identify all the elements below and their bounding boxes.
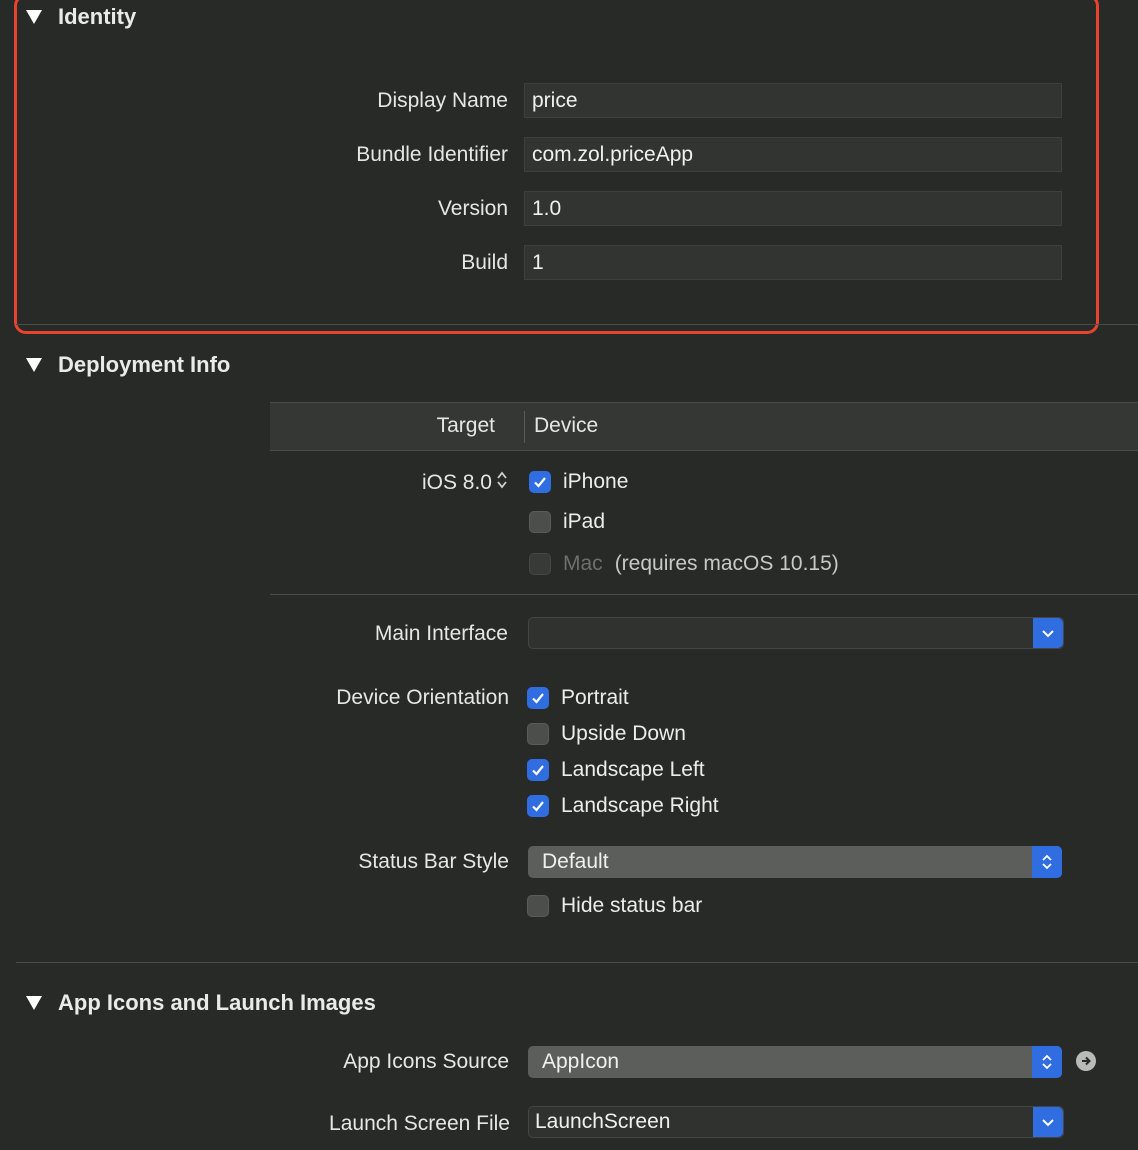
up-down-chevron-icon: [1032, 846, 1062, 878]
build-label: Build: [461, 251, 508, 274]
app-icons-section-header[interactable]: App Icons and Launch Images: [26, 990, 376, 1016]
launch-screen-file-value: LaunchScreen: [535, 1110, 671, 1133]
orientation-portrait-checkbox[interactable]: Portrait: [527, 686, 629, 710]
build-field[interactable]: 1: [524, 245, 1062, 280]
device-mac-checkbox: Mac (requires macOS 10.15): [529, 552, 839, 576]
ios-version-value: iOS 8.0: [421, 471, 492, 494]
disabled-box-icon: [529, 553, 551, 575]
deployment-section-title: Deployment Info: [58, 352, 231, 377]
bundle-identifier-label: Bundle Identifier: [356, 143, 508, 166]
device-column-header: Device: [534, 414, 599, 437]
hide-status-bar-label: Hide status bar: [561, 894, 703, 917]
identity-section-title: Identity: [58, 4, 137, 29]
target-column-header: Target: [436, 414, 495, 437]
unchecked-box-icon: [529, 511, 551, 533]
main-interface-label: Main Interface: [374, 622, 508, 645]
display-name-field[interactable]: price: [524, 83, 1062, 118]
up-down-chevron-icon: [1032, 1046, 1062, 1078]
orientation-landscape-left-label: Landscape Left: [561, 758, 705, 781]
checkmark-icon: [527, 759, 549, 781]
bundle-identifier-field[interactable]: com.zol.priceApp: [524, 137, 1062, 172]
mac-requirement-note: (requires macOS 10.15): [614, 552, 839, 575]
chevron-down-icon[interactable]: [1033, 618, 1063, 648]
checkmark-icon: [527, 795, 549, 817]
unchecked-box-icon: [527, 723, 549, 745]
checkmark-icon: [529, 471, 551, 493]
deployment-divider: [16, 962, 1138, 963]
devices-divider: [270, 594, 1138, 595]
disclosure-triangle-icon[interactable]: [26, 358, 42, 372]
status-bar-style-label: Status Bar Style: [358, 850, 509, 873]
unchecked-box-icon: [527, 895, 549, 917]
device-ipad-checkbox[interactable]: iPad: [529, 510, 605, 534]
version-field[interactable]: 1.0: [524, 191, 1062, 226]
launch-screen-file-combobox[interactable]: LaunchScreen: [528, 1106, 1064, 1138]
go-to-asset-arrow-icon[interactable]: [1076, 1051, 1096, 1071]
ios-version-popup[interactable]: iOS 8.0: [422, 470, 508, 496]
disclosure-triangle-icon[interactable]: [26, 996, 42, 1010]
app-icons-source-label: App Icons Source: [343, 1050, 509, 1073]
chevron-down-icon[interactable]: [1033, 1107, 1063, 1137]
app-icons-source-popup[interactable]: AppIcon: [528, 1046, 1062, 1078]
identity-section-header[interactable]: Identity: [26, 4, 136, 30]
column-separator: [524, 411, 525, 443]
device-orientation-label: Device Orientation: [336, 686, 509, 709]
checkmark-icon: [527, 687, 549, 709]
orientation-portrait-label: Portrait: [561, 686, 629, 709]
display-name-label: Display Name: [377, 89, 508, 112]
general-settings-panel: Identity Display Name price Bundle Ident…: [0, 0, 1138, 1150]
disclosure-triangle-icon[interactable]: [26, 10, 42, 24]
identity-divider: [16, 324, 1138, 325]
device-iphone-checkbox[interactable]: iPhone: [529, 470, 628, 494]
device-ipad-label: iPad: [563, 510, 606, 533]
orientation-landscape-left-checkbox[interactable]: Landscape Left: [527, 758, 705, 782]
deployment-table-header: Target Device: [270, 402, 1138, 451]
orientation-upside-down-label: Upside Down: [561, 722, 686, 745]
main-interface-combobox[interactable]: [528, 617, 1064, 649]
orientation-landscape-right-checkbox[interactable]: Landscape Right: [527, 794, 719, 818]
version-label: Version: [437, 197, 508, 220]
hide-status-bar-checkbox[interactable]: Hide status bar: [527, 894, 702, 918]
app-icons-section-title: App Icons and Launch Images: [58, 990, 376, 1015]
deployment-section-header[interactable]: Deployment Info: [26, 352, 230, 378]
orientation-landscape-right-label: Landscape Right: [561, 794, 719, 817]
device-iphone-label: iPhone: [563, 470, 629, 493]
orientation-upside-down-checkbox[interactable]: Upside Down: [527, 722, 686, 746]
device-mac-label: Mac: [563, 552, 603, 575]
status-bar-style-popup[interactable]: Default: [528, 846, 1062, 878]
app-icons-source-value: AppIcon: [542, 1050, 620, 1073]
launch-screen-file-label: Launch Screen File: [329, 1112, 510, 1135]
status-bar-style-value: Default: [542, 850, 609, 873]
stepper-chevrons-icon: [496, 470, 508, 496]
